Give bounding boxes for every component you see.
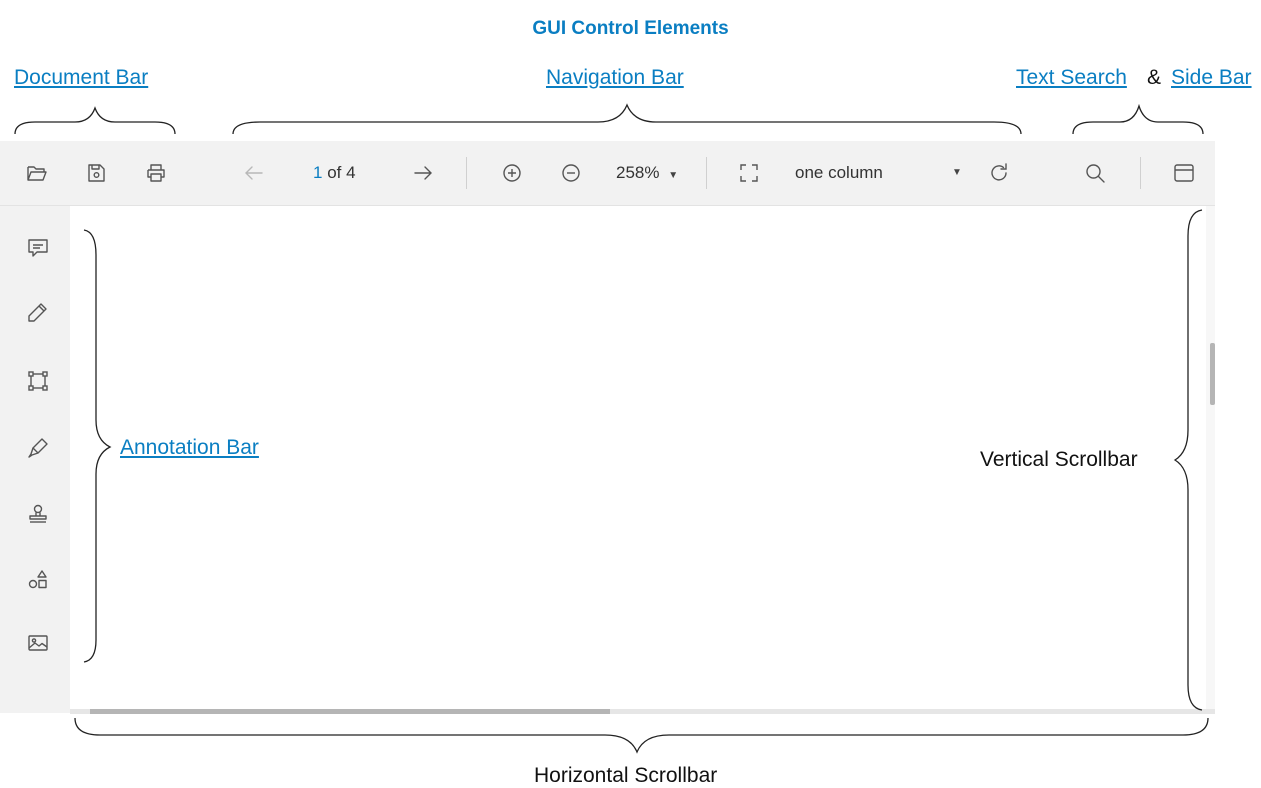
horizontal-scrollbar-label: Horizontal Scrollbar: [534, 764, 718, 787]
horizontal-scrollbar-brace: [74, 717, 1209, 754]
